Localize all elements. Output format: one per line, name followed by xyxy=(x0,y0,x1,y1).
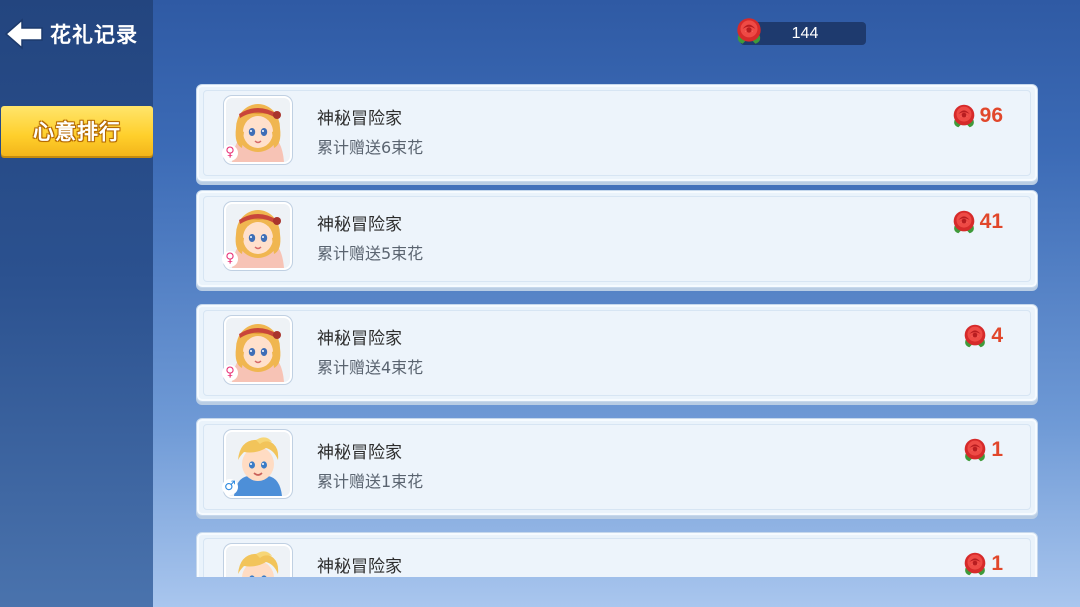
female-icon: ♀ xyxy=(222,251,238,267)
rose-score: 41 xyxy=(949,207,1003,237)
rose-score: 96 xyxy=(949,101,1003,131)
list-item: ♀ 神秘冒险家 累计赠送5束花 41 xyxy=(196,190,1038,288)
score-value: 96 xyxy=(979,104,1003,127)
rose-icon xyxy=(960,549,990,577)
record-list[interactable]: ♀ 神秘冒险家 累计赠送6束花 96 ♀ 神秘冒险家 累计赠送5束花 41 ♀ … xyxy=(196,84,1038,577)
score-value: 41 xyxy=(979,210,1003,233)
score-value: 4 xyxy=(991,324,1003,347)
rose-score: 1 xyxy=(960,549,1003,577)
rose-icon xyxy=(732,14,766,48)
rose-icon xyxy=(949,207,979,237)
gift-summary: 累计赠送5束花 xyxy=(317,244,424,263)
player-name: 神秘冒险家 xyxy=(317,215,402,235)
avatar[interactable] xyxy=(224,544,292,577)
list-item: ♀ 神秘冒险家 累计赠送6束花 96 xyxy=(196,84,1038,182)
sidebar: 花礼记录 心意排行 xyxy=(0,0,153,607)
score-value: 1 xyxy=(991,552,1003,575)
rose-icon xyxy=(949,101,979,131)
player-name: 神秘冒险家 xyxy=(317,329,402,349)
female-icon: ♀ xyxy=(222,365,238,381)
page-title: 花礼记录 xyxy=(50,23,138,47)
back-button[interactable]: 花礼记录 xyxy=(4,14,138,54)
gift-summary: 累计赠送4束花 xyxy=(317,358,424,377)
female-icon: ♀ xyxy=(222,145,238,161)
rose-score: 4 xyxy=(960,321,1003,351)
card-panel xyxy=(203,310,1031,396)
card-panel xyxy=(203,90,1031,176)
gift-summary: 累计赠送6束花 xyxy=(317,138,424,157)
gift-summary: 累计赠送1束花 xyxy=(317,472,424,491)
rose-icon xyxy=(960,435,990,465)
back-arrow-icon xyxy=(4,18,43,50)
score-value: 1 xyxy=(991,438,1003,461)
rose-score: 1 xyxy=(960,435,1003,465)
list-item: 神秘冒险家 1 xyxy=(196,532,1038,577)
player-name: 神秘冒险家 xyxy=(317,443,402,463)
boy-avatar-icon xyxy=(226,546,290,577)
list-item: ♂ 神秘冒险家 累计赠送1束花 1 xyxy=(196,418,1038,516)
tab-label: 心意排行 xyxy=(33,120,121,144)
card-panel xyxy=(203,424,1031,510)
rose-icon xyxy=(960,321,990,351)
tab-heart-ranking[interactable]: 心意排行 xyxy=(1,106,153,156)
list-item: ♀ 神秘冒险家 累计赠送4束花 4 xyxy=(196,304,1038,402)
player-name: 神秘冒险家 xyxy=(317,109,402,129)
card-panel xyxy=(203,196,1031,282)
player-name: 神秘冒险家 xyxy=(317,557,402,577)
male-icon: ♂ xyxy=(222,479,238,495)
